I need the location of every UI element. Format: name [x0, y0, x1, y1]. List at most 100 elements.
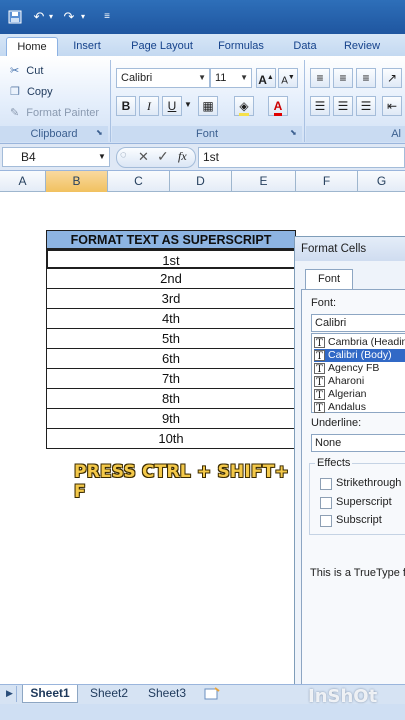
align-left-button[interactable]: ☰ [310, 96, 330, 116]
column-header-b[interactable]: B [46, 171, 108, 192]
align-top-button[interactable]: ≡ [310, 68, 330, 88]
italic-button[interactable]: I [139, 96, 159, 116]
table-header[interactable]: FORMAT TEXT AS SUPERSCRIPT [46, 230, 296, 249]
redo-dropdown-icon[interactable]: ▾ [74, 8, 92, 26]
font-name: Algerian [328, 388, 367, 400]
table-cell[interactable]: 6th [46, 349, 296, 369]
align-center-button[interactable]: ☰ [333, 96, 353, 116]
list-item[interactable]: T Cambria (Headin [314, 336, 405, 349]
column-header-d[interactable]: D [170, 171, 232, 192]
tab-page-layout[interactable]: Page Layout [124, 37, 200, 56]
align-bottom-icon: ≡ [362, 71, 370, 85]
bold-button[interactable]: B [116, 96, 136, 116]
font-input[interactable]: Calibri [311, 314, 405, 332]
font-list[interactable]: T Cambria (Headin T Calibri (Body) T Agency… [311, 333, 405, 414]
strikethrough-checkbox[interactable] [320, 478, 332, 490]
insert-function-button[interactable]: fx [178, 149, 187, 164]
orientation-button[interactable]: ↗ [382, 68, 402, 88]
name-box[interactable]: B4 [2, 147, 110, 167]
group-separator [304, 60, 305, 142]
align-bottom-button[interactable]: ≡ [356, 68, 376, 88]
sheet-tab-sheet2[interactable]: Sheet2 [82, 685, 136, 703]
insert-sheet-icon[interactable] [200, 685, 224, 703]
truetype-icon: T [314, 376, 325, 388]
grow-font-button[interactable]: A▲ [256, 68, 276, 88]
underline-field-label: Underline: [311, 417, 362, 429]
table-cell[interactable]: 3rd [46, 289, 296, 309]
dialog-launcher-icon[interactable]: ⬊ [290, 128, 297, 137]
dialog-launcher-icon[interactable]: ⬊ [96, 128, 103, 137]
column-header-a[interactable]: A [0, 171, 46, 192]
align-right-icon: ☰ [360, 99, 372, 113]
font-color-button[interactable]: A [268, 96, 288, 116]
table-cell[interactable]: 2nd [46, 269, 296, 289]
cut-button[interactable]: ✂ Cut [10, 62, 43, 80]
table-cell[interactable]: 10th [46, 429, 296, 449]
align-top-icon: ≡ [316, 71, 324, 85]
borders-button[interactable]: ▦ [198, 96, 218, 116]
clipboard-label-text: Clipboard [30, 128, 78, 140]
column-headers: A B C D E F G [0, 171, 405, 192]
table-cell[interactable]: 8th [46, 389, 296, 409]
list-item[interactable]: T Andalus [314, 401, 405, 414]
strikethrough-label: Strikethrough [336, 477, 402, 489]
column-header-f[interactable]: F [296, 171, 358, 192]
shortcut-overlay-text: PRESS CTRL + SHIFT+ F [74, 462, 289, 502]
tab-formulas[interactable]: Formulas [212, 37, 270, 56]
underline-button[interactable]: U [162, 96, 182, 116]
font-size-combo[interactable]: 11 ▼ [210, 68, 252, 88]
font-label-text: Font [195, 128, 218, 140]
fill-color-button[interactable]: ◈ [234, 96, 254, 116]
sheet-tab-sheet1[interactable]: Sheet1 [22, 685, 78, 703]
tab-data[interactable]: Data [286, 37, 324, 56]
group-separator [110, 60, 111, 142]
cancel-icon[interactable]: ✕ [138, 149, 149, 165]
scroll-first-icon[interactable]: ▶ [6, 688, 13, 699]
list-item[interactable]: T Agency FB [314, 362, 405, 375]
format-painter-button[interactable]: ✎ Format Painter [10, 104, 99, 122]
subscript-checkbox[interactable] [320, 515, 332, 527]
align-center-icon: ☰ [337, 99, 349, 113]
column-header-c[interactable]: C [108, 171, 170, 192]
table-cell[interactable]: 1st [46, 249, 296, 269]
save-icon[interactable] [6, 8, 24, 26]
copy-button[interactable]: ❐ Copy [10, 83, 53, 101]
indent-button[interactable]: ⇤ [382, 96, 402, 116]
divider [16, 686, 17, 702]
undo-dropdown-icon[interactable]: ▾ [42, 8, 60, 26]
table-cell[interactable]: 9th [46, 409, 296, 429]
tab-review[interactable]: Review [338, 37, 386, 56]
formula-input[interactable]: 1st [198, 147, 405, 168]
shrink-font-button[interactable]: A▼ [278, 68, 298, 88]
worksheet[interactable]: FORMAT TEXT AS SUPERSCRIPT 1st 2nd 3rd 4… [0, 192, 296, 684]
tab-insert[interactable]: Insert [64, 37, 110, 56]
enter-icon[interactable]: ✓ [157, 148, 169, 165]
table-cell[interactable]: 5th [46, 329, 296, 349]
column-header-g[interactable]: G [358, 171, 405, 192]
table-cell[interactable]: 4th [46, 309, 296, 329]
sheet-tab-sheet3[interactable]: Sheet3 [140, 685, 194, 703]
font-name: Cambria (Headin [328, 336, 405, 348]
font-name-combo[interactable]: Calibri ▼ [116, 68, 210, 88]
list-item[interactable]: T Calibri (Body) [314, 349, 405, 362]
list-item[interactable]: T Aharoni [314, 375, 405, 388]
table-cell[interactable]: 7th [46, 369, 296, 389]
customize-icon[interactable]: ≡ [98, 8, 116, 26]
tab-home[interactable]: Home [6, 37, 58, 56]
align-middle-icon: ≡ [339, 71, 347, 85]
superscript-checkbox[interactable] [320, 497, 332, 509]
truetype-icon: T [314, 389, 325, 401]
alignment-group-label: Al [306, 126, 405, 142]
align-middle-button[interactable]: ≡ [333, 68, 353, 88]
list-item[interactable]: T Algerian [314, 388, 405, 401]
column-header-e[interactable]: E [232, 171, 296, 192]
title-bar: ↶ ▾ ↷ ▾ ≡ [0, 0, 405, 34]
chevron-down-icon[interactable]: ▼ [98, 152, 106, 161]
superscript-label: Superscript [336, 496, 392, 508]
watermark: InShOt [308, 686, 378, 707]
copy-icon: ❐ [10, 86, 20, 98]
tab-font[interactable]: Font [305, 269, 353, 289]
underline-select[interactable]: None [311, 434, 405, 452]
chevron-down-icon[interactable]: ▼ [184, 100, 192, 109]
align-right-button[interactable]: ☰ [356, 96, 376, 116]
